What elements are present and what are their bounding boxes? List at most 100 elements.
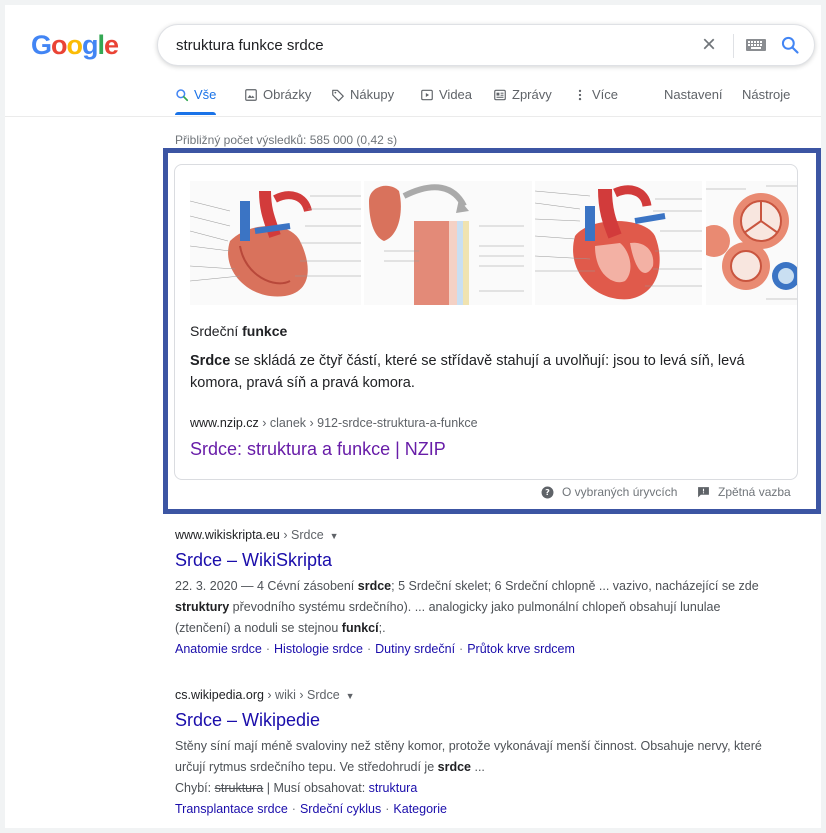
about-snippets-label: O vybraných úryvcích bbox=[562, 485, 678, 499]
about-snippets-link[interactable]: ? O vybraných úryvcích bbox=[541, 485, 677, 499]
header-divider bbox=[5, 116, 821, 117]
search-submit-icon[interactable] bbox=[780, 35, 800, 55]
result-sitelinks: Transplantace srdce · Srdeční cyklus · Kateg… bbox=[175, 799, 775, 820]
tab-label: Zprávy bbox=[512, 87, 552, 102]
search-box: × bbox=[157, 24, 815, 66]
result-snippet-text: Stěny síní mají méně svaloviny než stěny… bbox=[175, 739, 762, 774]
settings-link[interactable]: Nastavení bbox=[664, 87, 723, 115]
snippet-images bbox=[190, 181, 797, 305]
tab-label: Nákupy bbox=[350, 87, 395, 102]
snippet-title-bold: funkce bbox=[242, 323, 288, 339]
result-title-link[interactable]: Srdce – Wikipedie bbox=[175, 710, 775, 736]
sitelink[interactable]: Dutiny srdeční bbox=[375, 642, 455, 656]
google-logo[interactable]: Google bbox=[31, 30, 119, 61]
snippet-url-domain: www.nzip.cz bbox=[190, 416, 259, 430]
dropdown-caret-icon[interactable]: ▼ bbox=[346, 691, 355, 701]
more-vert-icon bbox=[578, 89, 582, 101]
missing-word: struktura bbox=[214, 781, 264, 795]
snippet-text: Srdce se skládá ze čtyř částí, které se … bbox=[190, 350, 780, 394]
sitelink[interactable]: Anatomie srdce bbox=[175, 642, 262, 656]
sitelink[interactable]: Transplantace srdce bbox=[175, 802, 288, 816]
tab-more[interactable]: Více bbox=[573, 87, 618, 115]
tab-images[interactable]: Obrázky bbox=[244, 87, 311, 115]
image-icon bbox=[245, 89, 257, 101]
search-tabs: Vše Obrázky Nákupy Videa Zprávy Více Nas… bbox=[175, 87, 815, 115]
heart-valves-image[interactable] bbox=[706, 181, 797, 305]
search-input[interactable] bbox=[176, 34, 656, 56]
heart-wall-image[interactable] bbox=[364, 181, 532, 305]
help-icon: ? bbox=[541, 486, 554, 498]
sitelink-separator: · bbox=[366, 642, 372, 656]
sitelink[interactable]: Histologie srdce bbox=[274, 642, 363, 656]
result-title-link[interactable]: Srdce – WikiSkripta bbox=[175, 550, 775, 576]
snippet-text-run: ; 5 Srdeční skelet; 6 Srdeční chlopně ..… bbox=[391, 579, 759, 593]
heart-anatomy-image[interactable] bbox=[190, 181, 361, 305]
tab-news[interactable]: Zprávy bbox=[493, 87, 552, 115]
result-url[interactable]: www.wikiskripta.eu › Srdce ▼ bbox=[175, 528, 775, 546]
result-stats: Přibližný počet výsledků: 585 000 (0,42 … bbox=[175, 133, 398, 147]
logo-letter-g: G bbox=[31, 30, 52, 60]
snippet-text-bold: Srdce bbox=[190, 353, 231, 369]
snippet-footer: ? O vybraných úryvcích Zpětná vazba bbox=[174, 481, 798, 505]
search-result-wikiskripta: www.wikiskripta.eu › Srdce ▼ Srdce – Wiki… bbox=[175, 528, 775, 660]
search-results-page: Google × Vše Obrázky Nákupy bbox=[5, 5, 821, 828]
sitelink[interactable]: Kategorie bbox=[393, 802, 447, 816]
snippet-bold-term: funkcí bbox=[341, 621, 379, 635]
sitelink-separator: · bbox=[291, 802, 296, 816]
tab-label: Vše bbox=[194, 87, 217, 102]
snippet-url-path: › clanek › 912-srdce-struktura-a-funkce bbox=[258, 416, 478, 430]
result-sitelinks: Anatomie srdce · Histologie srdce · Dutiny s… bbox=[175, 639, 775, 660]
snippet-bold-term: srdce bbox=[437, 760, 471, 774]
result-domain: www.wikiskripta.eu bbox=[175, 528, 280, 542]
tab-label: Videa bbox=[439, 87, 473, 102]
logo-letter-e: e bbox=[104, 30, 119, 60]
search-divider bbox=[733, 34, 734, 58]
snippet-text-run: převodního systému srdečního). ... analo… bbox=[175, 600, 721, 635]
tools-link[interactable]: Nástroje bbox=[742, 87, 790, 115]
svg-text:?: ? bbox=[545, 487, 550, 497]
keyboard-icon[interactable] bbox=[746, 39, 766, 51]
result-snippet: Stěny síní mají méně svaloviny než stěny… bbox=[175, 736, 775, 799]
feedback-icon bbox=[698, 487, 709, 498]
tag-icon bbox=[332, 89, 344, 102]
tab-label: Více bbox=[592, 87, 619, 102]
sitelink[interactable]: Srdeční cyklus bbox=[300, 802, 381, 816]
feedback-label: Zpětná vazba bbox=[718, 485, 791, 499]
result-snippet: 22. 3. 2020 — 4 Cévní zásobení srdce; 5 … bbox=[175, 576, 775, 639]
sitelink-separator: · bbox=[265, 642, 271, 656]
snippet-text-run: 22. 3. 2020 — 4 Cévní zásobení bbox=[175, 579, 358, 593]
clear-icon[interactable]: × bbox=[698, 33, 720, 57]
heart-cross-section-image[interactable] bbox=[535, 181, 702, 305]
tab-shopping[interactable]: Nákupy bbox=[331, 87, 394, 115]
logo-letter-g: g bbox=[82, 30, 98, 60]
news-icon bbox=[494, 89, 506, 101]
snippet-title: Srdeční funkce bbox=[190, 323, 287, 339]
must-include-link[interactable]: struktura bbox=[369, 781, 418, 795]
must-include-label: | Musí obsahovat: bbox=[263, 781, 369, 795]
result-url[interactable]: cs.wikipedia.org › wiki › Srdce ▼ bbox=[175, 688, 775, 706]
feedback-link[interactable]: Zpětná vazba bbox=[697, 485, 791, 499]
snippet-link[interactable]: Srdce: struktura a funkce | NZIP bbox=[190, 439, 446, 460]
snippet-text-run: ;. bbox=[378, 621, 386, 635]
sitelink-separator: · bbox=[459, 642, 464, 656]
search-icon bbox=[176, 89, 189, 102]
sitelink[interactable]: Průtok krve srdcem bbox=[467, 642, 575, 656]
tab-label: Obrázky bbox=[263, 87, 312, 102]
search-result-wikipedia: cs.wikipedia.org › wiki › Srdce ▼ Srdce –… bbox=[175, 688, 775, 820]
result-path: › Srdce bbox=[279, 528, 324, 542]
snippet-url: www.nzip.cz › clanek › 912-srdce-struktu… bbox=[190, 416, 478, 430]
missing-terms: Chybí: struktura | Musí obsahovat: struk… bbox=[175, 781, 417, 795]
snippet-bold-term: srdce bbox=[357, 579, 392, 593]
result-domain: cs.wikipedia.org bbox=[175, 688, 264, 702]
tab-videos[interactable]: Videa bbox=[420, 87, 472, 115]
logo-bulb-o: o bbox=[51, 30, 67, 60]
result-path: › wiki › Srdce bbox=[263, 688, 340, 702]
missing-label: Chybí: bbox=[175, 781, 215, 795]
logo-bulb-o: o bbox=[66, 30, 83, 60]
dropdown-caret-icon[interactable]: ▼ bbox=[330, 531, 339, 541]
snippet-text-run: ... bbox=[471, 760, 485, 774]
featured-snippet bbox=[174, 164, 798, 480]
tab-all[interactable]: Vše bbox=[175, 87, 217, 115]
snippet-text-rest: se skládá ze čtyř částí, které se střída… bbox=[190, 353, 745, 391]
sitelink-separator: · bbox=[385, 802, 390, 816]
